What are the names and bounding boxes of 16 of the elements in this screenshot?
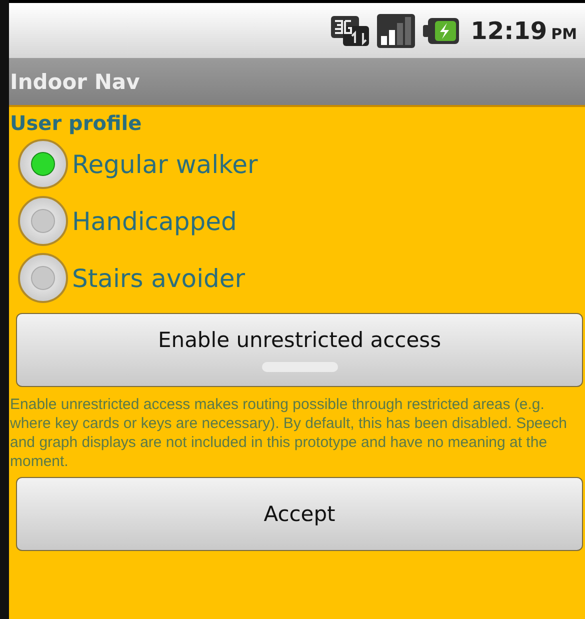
- battery-charging-icon: [422, 18, 459, 44]
- radio-label[interactable]: Regular walker: [72, 150, 258, 178]
- signal-icon: [376, 14, 415, 48]
- toggle-button[interactable]: Enable unrestricted access: [16, 313, 583, 387]
- clock-time: 12:19: [470, 16, 548, 44]
- radio-button[interactable]: [18, 253, 68, 303]
- radio-button[interactable]: [18, 139, 68, 189]
- app-title: Indoor Nav: [10, 70, 140, 94]
- accept-button[interactable]: Accept: [16, 477, 583, 551]
- radio-label[interactable]: Handicapped: [72, 206, 237, 236]
- radio-label[interactable]: Stairs avoider: [72, 264, 246, 292]
- section-heading: User profile: [10, 111, 143, 135]
- radio-button[interactable]: [18, 196, 68, 246]
- network-3g-icon: [330, 16, 369, 46]
- description-text: Enable unrestricted access makes routing possible through restricted areas (e.g. where key cards or keys are necessary). By default, this has been disabled. Speech and graph displays are not included in this prototype and have no meaning at the moment.: [10, 395, 568, 471]
- clock-ampm: PM: [551, 24, 577, 42]
